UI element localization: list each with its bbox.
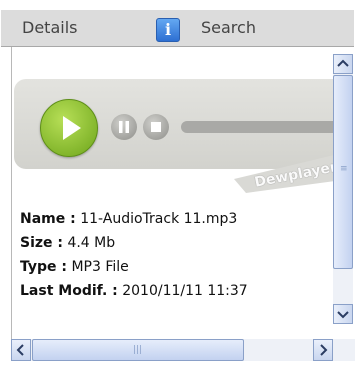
play-icon (63, 116, 81, 140)
grip-icon: ||| (133, 345, 143, 355)
scroll-down-button[interactable] (333, 304, 353, 324)
type-value: MP3 File (71, 259, 129, 275)
size-row: Size : 4.4 Mb (20, 231, 248, 255)
type-label: Type : (20, 259, 68, 275)
vertical-scroll-thumb[interactable]: ≡ (333, 75, 353, 269)
arrow-left-icon (16, 344, 24, 356)
pause-icon (119, 121, 129, 133)
file-info: Name : 11-AudioTrack 11.mp3 Size : 4.4 M… (20, 207, 248, 303)
tab-details[interactable]: Details (22, 10, 77, 46)
name-value: 11-AudioTrack 11.mp3 (80, 211, 238, 227)
play-button[interactable] (40, 99, 98, 157)
scroll-right-button[interactable] (313, 339, 333, 361)
arrow-up-icon (337, 59, 349, 67)
modified-value: 2010/11/11 11:37 (122, 283, 248, 299)
details-window: Details i Search Dewplayer Name: 11-Aud… (0, 0, 355, 365)
scroll-left-button[interactable] (11, 339, 31, 361)
pause-button[interactable] (111, 114, 137, 140)
scroll-up-button[interactable] (333, 54, 353, 74)
arrow-right-icon (320, 344, 328, 356)
grip-icon: ≡ (340, 164, 348, 174)
arrow-down-icon (337, 311, 349, 319)
modified-label: Last Modif. : (20, 283, 118, 299)
seek-bar[interactable] (181, 121, 351, 133)
tab-search[interactable]: Search (201, 10, 256, 46)
tab-bar: Details i Search (1, 10, 354, 47)
dewplayer-preview: Dewplayer (14, 79, 351, 199)
info-icon[interactable]: i (156, 18, 180, 42)
size-label: Size : (20, 235, 63, 251)
name-row: Name : 11-AudioTrack 11.mp3 (20, 207, 248, 231)
size-value: 4.4 Mb (67, 235, 116, 251)
details-panel: Dewplayer Name : 11-AudioTrack 11.mp3 Si… (11, 47, 355, 339)
name-label: Name : (20, 211, 76, 227)
horizontal-scrollbar[interactable]: ||| (11, 339, 355, 361)
stop-icon (151, 122, 161, 132)
type-row: Type : MP3 File (20, 255, 248, 279)
vertical-scrollbar[interactable]: ≡ (333, 54, 353, 324)
horizontal-scroll-thumb[interactable]: ||| (32, 339, 244, 361)
stop-button[interactable] (143, 114, 169, 140)
modified-row: Last Modif. : 2010/11/11 11:37 (20, 279, 248, 303)
